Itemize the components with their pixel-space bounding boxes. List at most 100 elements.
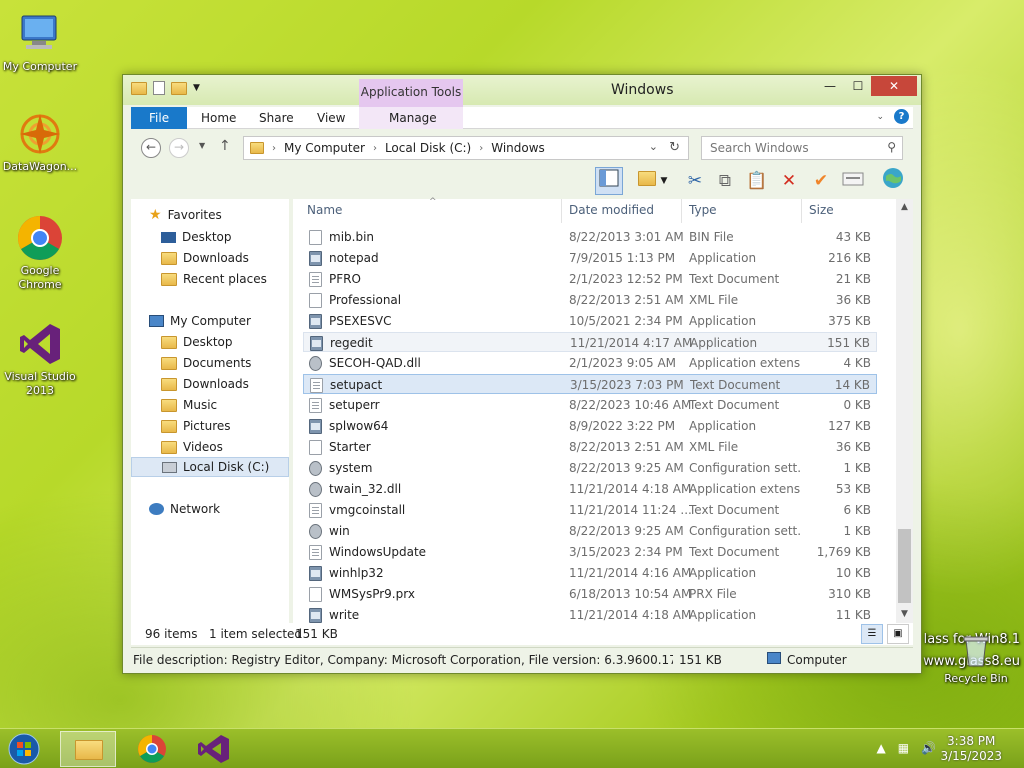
new-folder-icon[interactable]	[171, 81, 187, 95]
large-icons-view-button[interactable]: ▣	[887, 624, 909, 644]
properties-icon[interactable]	[153, 81, 165, 95]
desktop-icon-recycle-bin[interactable]: Recycle Bin	[934, 630, 1018, 686]
table-row[interactable]: splwow64 8/9/2022 3:22 PM Application 127 K…	[303, 416, 877, 436]
desktop-icon-my-computer[interactable]: My Computer	[0, 10, 82, 74]
breadcrumb-local-disk[interactable]: Local Disk (C:)	[385, 141, 471, 155]
nav-pictures[interactable]: Pictures	[161, 416, 231, 436]
file-date: 8/22/2013 9:25 AM	[569, 524, 684, 538]
search-input[interactable]: Search Windows ⚲	[701, 136, 903, 160]
column-type[interactable]: Type	[689, 203, 717, 217]
table-row[interactable]: WMSysPr9.prx 6/18/2013 10:54 AM PRX File 31…	[303, 584, 877, 604]
copy-icon[interactable]: ⧉	[711, 167, 739, 195]
scroll-thumb[interactable]	[898, 529, 911, 603]
nav-videos[interactable]: Videos	[161, 437, 223, 457]
table-row[interactable]: PFRO 2/1/2023 12:52 PM Text Document 21 KB	[303, 269, 877, 289]
globe-icon[interactable]	[879, 167, 907, 195]
chevron-down-icon[interactable]: ⌄	[876, 112, 884, 122]
table-row[interactable]: SECOH-QAD.dll 2/1/2023 9:05 AM Application…	[303, 353, 877, 373]
table-row[interactable]: system 8/22/2013 9:25 AM Configuration set…	[303, 458, 877, 478]
recent-locations-icon[interactable]: ▼	[199, 141, 205, 150]
refresh-icon[interactable]: ↻	[669, 140, 680, 155]
scroll-up-icon[interactable]: ▲	[896, 199, 913, 216]
nav-desktop[interactable]: Desktop	[161, 332, 233, 352]
help-icon[interactable]: ?	[894, 109, 909, 124]
file-size: 127 KB	[828, 419, 871, 433]
table-row[interactable]: PSEXESVC 10/5/2021 2:34 PM Application 375 …	[303, 311, 877, 331]
back-button[interactable]: ←	[141, 138, 161, 158]
nav-favorites-downloads[interactable]: Downloads	[161, 248, 249, 268]
chevron-down-icon[interactable]: ▼	[193, 83, 200, 93]
table-row[interactable]: write 11/21/2014 4:18 AM Application 11 KB	[303, 605, 877, 625]
file-size: 375 KB	[828, 314, 871, 328]
up-icon[interactable]: ↑	[219, 138, 231, 154]
details-view-button[interactable]: ☰	[861, 624, 883, 644]
chevron-down-icon[interactable]: ▼	[657, 167, 671, 195]
table-row[interactable]: vmgcoinstall 11/21/2014 11:24 ... Text Doc…	[303, 500, 877, 520]
location-label: Computer	[787, 653, 847, 667]
forward-button[interactable]: →	[169, 138, 189, 158]
scroll-down-icon[interactable]: ▼	[896, 606, 913, 623]
column-name[interactable]: Name	[307, 203, 342, 217]
nav-music[interactable]: Music	[161, 395, 217, 415]
volume-icon[interactable]: 🔊	[921, 741, 936, 755]
properties-icon[interactable]	[839, 167, 867, 195]
desktop-icon-chrome[interactable]: Google Chrome	[0, 214, 82, 292]
minimize-button[interactable]: —	[817, 76, 843, 96]
tab-share[interactable]: Share	[245, 107, 308, 129]
taskbar-explorer[interactable]	[60, 731, 116, 767]
table-row[interactable]: Professional 8/22/2013 2:51 AM XML File 36 …	[303, 290, 877, 310]
table-row[interactable]: setuperr 8/22/2023 10:46 AM Text Document 0…	[303, 395, 877, 415]
table-row[interactable]: winhlp32 11/21/2014 4:16 AM Application 10 …	[303, 563, 877, 583]
nav-recent-places[interactable]: Recent places	[161, 269, 267, 289]
tab-view[interactable]: View	[303, 107, 359, 129]
nav-my-computer[interactable]: My Computer	[149, 311, 251, 331]
nav-favorites[interactable]: ★ Favorites	[149, 205, 222, 225]
cut-icon[interactable]: ✂	[681, 167, 709, 195]
column-date[interactable]: Date modified	[569, 203, 654, 217]
paste-icon[interactable]: 📋	[743, 167, 771, 195]
file-name: Starter	[329, 440, 371, 454]
desktop-icon-datawagon[interactable]: DataWagon...	[0, 110, 82, 174]
taskbar-visual-studio[interactable]	[186, 731, 242, 767]
table-row[interactable]: mib.bin 8/22/2013 3:01 AM BIN File 43 KB	[303, 227, 877, 247]
preview-pane-icon[interactable]	[595, 167, 623, 195]
desktop-icon-visual-studio[interactable]: Visual Studio 2013	[0, 320, 82, 398]
table-row[interactable]: Starter 8/22/2013 2:51 AM XML File 36 KB	[303, 437, 877, 457]
maximize-button[interactable]: ☐	[845, 76, 871, 96]
column-size[interactable]: Size	[809, 203, 834, 217]
nav-downloads[interactable]: Downloads	[161, 374, 249, 394]
nav-documents[interactable]: Documents	[161, 353, 251, 373]
close-button[interactable]: ✕	[871, 76, 917, 96]
address-bar[interactable]: › My Computer › Local Disk (C:) › Window…	[243, 136, 689, 160]
table-row[interactable]: WindowsUpdate 3/15/2023 2:34 PM Text Docum…	[303, 542, 877, 562]
search-icon[interactable]: ⚲	[887, 140, 896, 154]
file-size: 0 KB	[843, 398, 871, 412]
nav-local-disk[interactable]: Local Disk (C:)	[131, 457, 289, 477]
breadcrumb-my-computer[interactable]: My Computer	[284, 141, 365, 155]
table-row[interactable]: win 8/22/2013 9:25 AM Configuration sett..…	[303, 521, 877, 541]
tab-home[interactable]: Home	[187, 107, 250, 129]
network-status-icon[interactable]: ▦	[898, 741, 909, 755]
clock[interactable]: 3:38 PM 3/15/2023	[940, 734, 1002, 764]
rename-icon[interactable]: ✔	[807, 167, 835, 195]
breadcrumb-windows[interactable]: Windows	[491, 141, 545, 155]
nav-label: Downloads	[183, 251, 249, 265]
vertical-scrollbar[interactable]: ▲ ▼	[896, 199, 913, 623]
sort-indicator-icon: ^	[429, 197, 437, 207]
table-row[interactable]: regedit 11/21/2014 4:17 AM Application 151 …	[303, 332, 877, 352]
title-bar[interactable]: ▼ Application Tools Windows — ☐ ✕	[123, 75, 921, 107]
folder-icon[interactable]	[131, 81, 147, 95]
table-row[interactable]: notepad 7/9/2015 1:13 PM Application 216 KB	[303, 248, 877, 268]
text-file-icon	[309, 398, 322, 413]
start-button[interactable]	[4, 731, 52, 767]
taskbar-chrome[interactable]	[124, 731, 180, 767]
tab-file[interactable]: File	[131, 107, 188, 129]
tab-manage[interactable]: Manage	[375, 107, 451, 129]
delete-icon[interactable]: ✕	[775, 167, 803, 195]
nav-favorites-desktop[interactable]: Desktop	[161, 227, 232, 247]
table-row[interactable]: twain_32.dll 11/21/2014 4:18 AM Applicatio…	[303, 479, 877, 499]
chevron-down-icon[interactable]: ⌄	[649, 140, 658, 153]
table-row[interactable]: setupact 3/15/2023 7:03 PM Text Document 14…	[303, 374, 877, 394]
show-hidden-icons-icon[interactable]: ▲	[876, 741, 885, 755]
nav-network[interactable]: Network	[149, 499, 220, 519]
